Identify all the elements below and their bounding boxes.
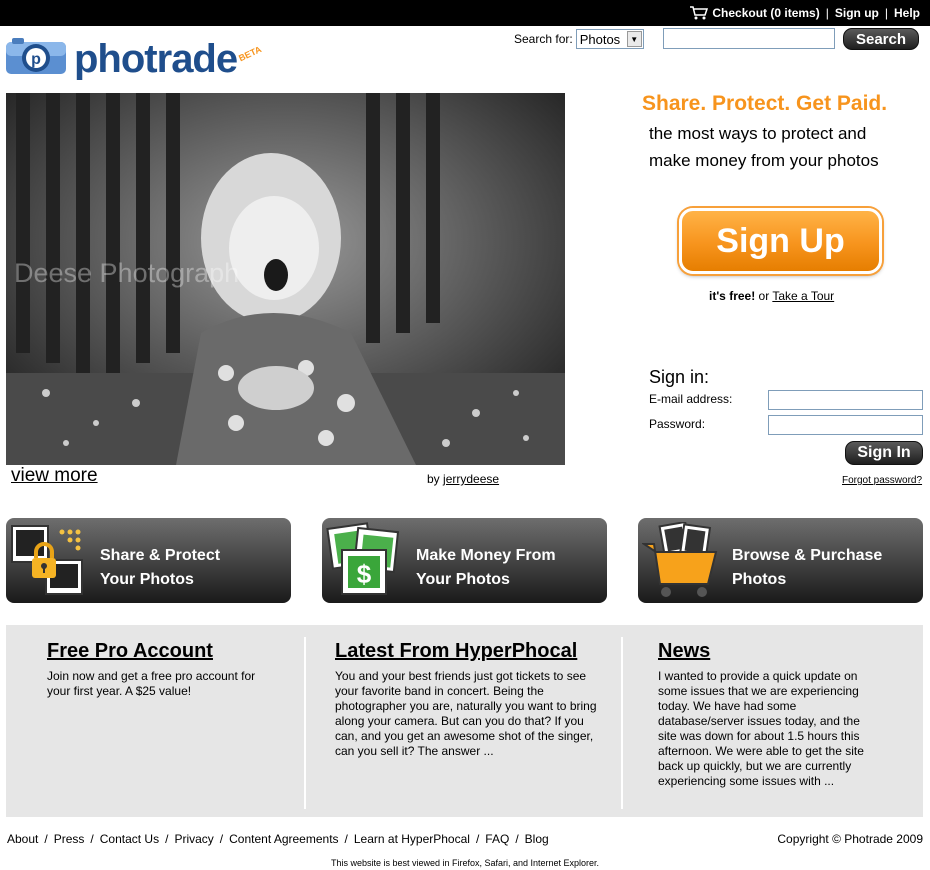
feature-share-protect[interactable]: Share & Protect Your Photos xyxy=(6,518,291,603)
search-button[interactable]: Search xyxy=(843,28,919,50)
top-links: Checkout (0 items) | Sign up | Help xyxy=(690,6,920,20)
separator: / xyxy=(344,832,348,846)
feature-label-line2: Photos xyxy=(732,571,787,588)
free-text: it's free! xyxy=(709,289,756,303)
free-pro-title[interactable]: Free Pro Account xyxy=(47,640,257,663)
separator: / xyxy=(219,832,224,846)
photo-credit-by: by xyxy=(427,472,440,486)
search-type-value: Photos xyxy=(579,31,621,47)
hyperphocal-title[interactable]: Latest From HyperPhocal xyxy=(335,640,598,663)
footer-links: About / Press / Contact Us / Privacy / C… xyxy=(7,832,549,846)
footer-link-about[interactable]: About xyxy=(7,832,38,846)
chevron-down-icon[interactable]: ▼ xyxy=(626,31,642,47)
author-link[interactable]: jerrydeese xyxy=(443,472,499,486)
hyperphocal-body: You and your best friends just got ticke… xyxy=(335,669,597,758)
photo-credit: by jerrydeese xyxy=(427,472,499,486)
copyright: Copyright © Photrade 2009 xyxy=(777,832,923,846)
hyperphocal-section: Latest From HyperPhocal You and your bes… xyxy=(335,625,598,759)
info-panel: Free Pro Account Join now and get a free… xyxy=(6,625,923,817)
photo-watermark: Deese Photograph xyxy=(14,258,240,288)
separator: / xyxy=(44,832,48,846)
free-pro-section: Free Pro Account Join now and get a free… xyxy=(47,625,257,699)
camera-icon: p xyxy=(6,38,66,74)
search-area: Search for: Photos ▼ xyxy=(514,28,644,50)
signup-link[interactable]: Sign up xyxy=(835,6,879,20)
news-section: News I wanted to provide a quick update … xyxy=(658,625,878,789)
forgot-password-link[interactable]: Forgot password? xyxy=(842,475,922,486)
footer-link-blog[interactable]: Blog xyxy=(525,832,549,846)
feature-label-line1: Make Money From xyxy=(416,547,556,564)
shopping-cart-icon xyxy=(642,522,718,597)
view-more-link[interactable]: view more xyxy=(11,465,98,487)
svg-text:$: $ xyxy=(357,559,372,589)
news-title[interactable]: News xyxy=(658,640,878,663)
footer-link-privacy[interactable]: Privacy xyxy=(174,832,213,846)
divider xyxy=(304,637,306,809)
feature-label-line2: Your Photos xyxy=(416,571,510,588)
password-field[interactable] xyxy=(768,415,923,435)
tagline-subtitle: the most ways to protect and make money … xyxy=(649,124,879,170)
money-photos-icon: $ xyxy=(326,522,400,595)
feature-label: Share & Protect Your Photos xyxy=(100,544,220,592)
footer-link-press[interactable]: Press xyxy=(54,832,85,846)
feature-browse-purchase[interactable]: Browse & Purchase Photos xyxy=(638,518,923,603)
separator: / xyxy=(90,832,94,846)
signin-title: Sign in: xyxy=(649,367,710,387)
top-bar: Checkout (0 items) | Sign up | Help xyxy=(0,0,930,26)
help-link[interactable]: Help xyxy=(894,6,920,20)
news-body: I wanted to provide a quick update on so… xyxy=(658,669,864,788)
browser-notice: This website is best viewed in Firefox, … xyxy=(330,858,600,868)
free-line: it's free! or Take a Tour xyxy=(709,289,834,303)
signin-button[interactable]: Sign In xyxy=(845,441,923,465)
lock-photos-icon xyxy=(11,525,83,595)
logo-text: photrade xyxy=(74,37,237,80)
divider xyxy=(621,637,623,809)
feature-label: Make Money From Your Photos xyxy=(416,544,556,592)
cart-icon[interactable] xyxy=(690,6,709,20)
free-pro-body: Join now and get a free pro account for … xyxy=(47,669,256,698)
password-label: Password: xyxy=(649,417,706,431)
photrade-logo[interactable]: p photrade BETA xyxy=(6,36,281,80)
or-text: or xyxy=(758,289,770,303)
feature-label: Browse & Purchase Photos xyxy=(732,544,882,592)
search-label: Search for: xyxy=(514,32,573,46)
signup-button[interactable]: Sign Up xyxy=(679,208,882,274)
search-input[interactable] xyxy=(663,28,835,49)
checkout-link[interactable]: Checkout (0 items) xyxy=(712,6,819,20)
feature-label-line2: Your Photos xyxy=(100,571,194,588)
email-label: E-mail address: xyxy=(649,392,733,406)
svg-text:p: p xyxy=(31,51,41,68)
featured-photo[interactable]: Deese Photograph xyxy=(6,93,565,465)
footer-link-contact[interactable]: Contact Us xyxy=(100,832,159,846)
separator: / xyxy=(475,832,480,846)
beta-badge: BETA xyxy=(237,44,263,63)
take-tour-link[interactable]: Take a Tour xyxy=(772,289,834,303)
feature-make-money[interactable]: $ Make Money From Your Photos xyxy=(322,518,607,603)
separator: / xyxy=(165,832,169,846)
feature-label-line1: Share & Protect xyxy=(100,547,221,564)
separator: | xyxy=(825,6,829,20)
tagline: Share. Protect. Get Paid. xyxy=(642,92,888,115)
separator: / xyxy=(515,832,519,846)
footer-link-learn[interactable]: Learn at HyperPhocal xyxy=(354,832,470,846)
email-field[interactable] xyxy=(768,390,923,410)
footer-link-content-agreements[interactable]: Content Agreements xyxy=(229,832,338,846)
feature-label-line1: Browse & Purchase xyxy=(732,547,883,564)
separator: | xyxy=(884,6,888,20)
footer-link-faq[interactable]: FAQ xyxy=(485,832,509,846)
search-type-select[interactable]: Photos ▼ xyxy=(575,29,644,49)
